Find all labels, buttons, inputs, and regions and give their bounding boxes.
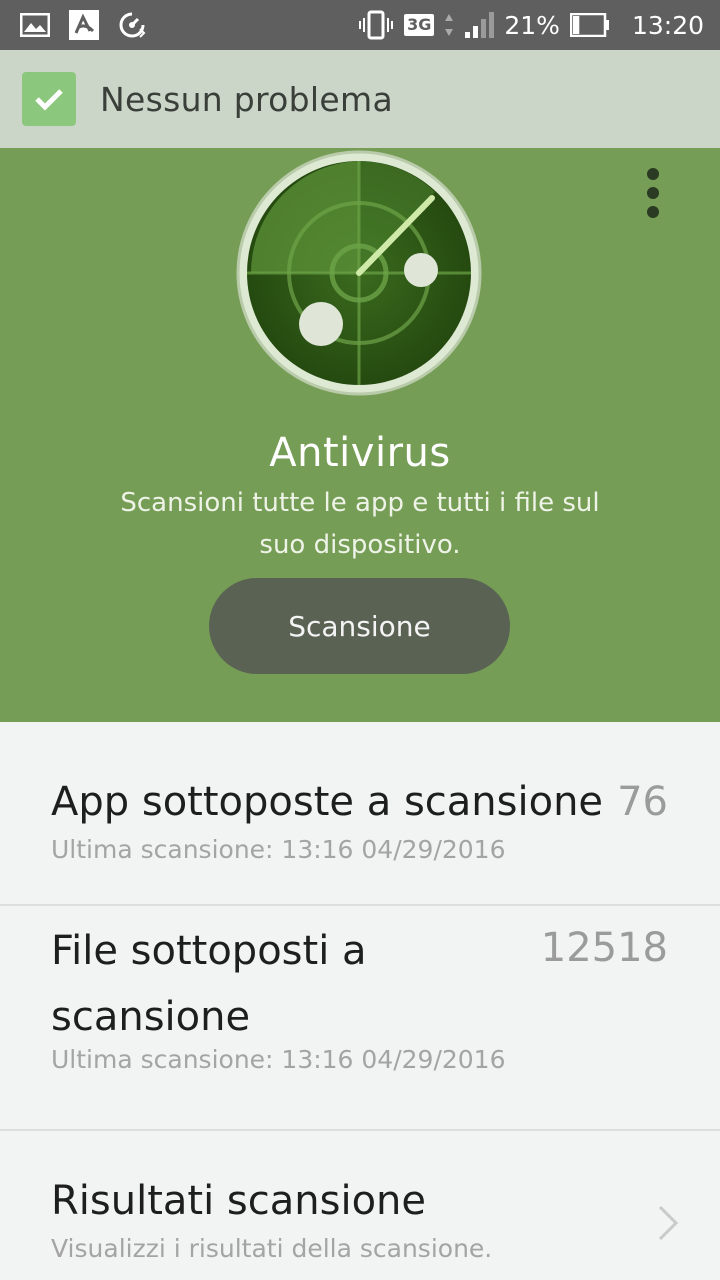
list-item-apps-scanned[interactable]: App sottoposte a scansione 76 Ultima sca… [0,722,720,906]
hero-description: Scansioni tutte le app e tutti i file su… [120,488,600,560]
scan-stats-list: App sottoposte a scansione 76 Ultima sca… [0,722,720,1280]
apps-last-scan: Ultima scansione: 13:16 04/29/2016 [51,835,506,864]
radar-icon [236,150,482,396]
scan-results-subtitle: Visualizzi i risultati della scansione. [51,1234,493,1263]
scan-results-title: Risultati scansione [51,1178,426,1224]
clock: 13:20 [631,10,704,40]
battery-icon [569,13,610,37]
battery-percent: 21% [504,10,560,40]
check-icon [22,72,76,126]
apps-scanned-count: 76 [617,779,668,825]
gallery-icon [20,13,50,37]
hero-title: Antivirus [269,430,451,476]
chevron-right-icon [656,1203,680,1247]
files-scanned-count: 12518 [540,925,668,971]
avira-icon [68,9,100,41]
overflow-menu-icon[interactable] [638,168,668,218]
status-title: Nessun problema [100,79,393,119]
antivirus-hero: Antivirus Scansioni tutte le app e tutti… [0,148,720,722]
scan-button[interactable]: Scansione [209,578,510,674]
files-last-scan: Ultima scansione: 13:16 04/29/2016 [51,1045,506,1074]
status-header: Nessun problema [0,50,720,148]
vibrate-icon [358,10,394,40]
files-scanned-title: File sottoposti a scansione [51,928,367,1040]
list-item-files-scanned[interactable]: File sottoposti a scansione 12518 Ultima… [0,906,720,1131]
apps-scanned-title: App sottoposte a scansione [51,779,604,825]
list-item-scan-results[interactable]: Risultati scansione Visualizzi i risulta… [0,1131,720,1280]
signal-icon [464,11,495,39]
status-bar: 3G 21% 13:20 [0,0,720,50]
data-arrows-icon [444,12,454,38]
network-type: 3G [404,14,435,36]
speed-icon [118,11,146,39]
